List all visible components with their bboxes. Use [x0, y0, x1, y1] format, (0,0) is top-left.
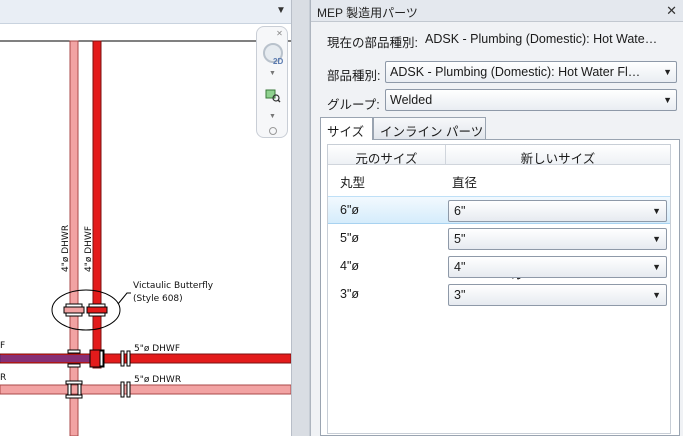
label-pipe-right: 4"ø DHWF [84, 226, 94, 272]
tab-inline-parts[interactable]: インライン パーツ [373, 117, 486, 139]
label-hpipe-bottom: 5"ø DHWR [134, 375, 181, 385]
table-row[interactable]: 5"ø 5" ▼ [328, 225, 670, 253]
current-part-type-label: 現在の部品種別: [327, 36, 418, 50]
new-size-dropdown[interactable]: 5" ▼ [448, 228, 667, 250]
panel-splitter[interactable] [291, 0, 310, 436]
pipe-vertical-dhwf [92, 40, 102, 369]
chevron-down-icon: ▼ [663, 67, 672, 77]
group-dropdown-value: Welded [390, 93, 433, 107]
pipe-horizontal-dhwr [0, 384, 291, 395]
chevron-down-icon: ▼ [663, 95, 672, 105]
navbar-dropdown-icon[interactable]: ▼ [269, 70, 276, 77]
size-tab-content: 元のサイズ 新しいサイズ 丸型 直径 6"ø 6" ▼ 5"ø 5" ▼ 4"ø… [320, 139, 680, 436]
table-row[interactable]: 3"ø 3" ▼ [328, 281, 670, 309]
size-mapping-table: 元のサイズ 新しいサイズ 丸型 直径 6"ø 6" ▼ 5"ø 5" ▼ 4"ø… [327, 144, 671, 434]
canvas-menu-arrow-icon[interactable]: ▼ [275, 4, 287, 18]
label-callout-line2: (Style 608) [133, 294, 183, 304]
close-icon[interactable]: ✕ [666, 3, 677, 19]
chevron-down-icon: ▼ [652, 206, 661, 216]
navbar-zoom-dropdown-icon[interactable]: ▼ [269, 113, 276, 120]
butterfly-valve-right [86, 303, 108, 317]
navbar-2d-label: 2D [273, 57, 284, 66]
group-label: グループ: [327, 98, 380, 112]
original-size-cell: 4"ø [340, 259, 360, 273]
subheader-diameter: 直径 [452, 176, 478, 190]
canvas-topbar: ▼ [0, 0, 291, 24]
column-header-new-size[interactable]: 新しいサイズ [446, 148, 670, 167]
new-size-value: 3" [454, 288, 466, 302]
callout-ellipse [51, 289, 121, 331]
current-part-type-value: ADSK - Plumbing (Domestic): Hot Wate… [425, 32, 658, 46]
navbar-options-icon[interactable] [269, 127, 277, 135]
panel-titlebar: MEP 製造用パーツ ✕ [311, 0, 683, 22]
label-edge-top: F [0, 341, 5, 351]
butterfly-valve-left [63, 303, 85, 317]
new-size-value: 6" [454, 204, 466, 218]
table-header: 元のサイズ 新しいサイズ [328, 145, 670, 167]
tab-size[interactable]: サイズ [320, 117, 373, 140]
original-size-cell: 5"ø [340, 231, 360, 245]
new-size-dropdown[interactable]: 4" ▼ [448, 256, 667, 278]
part-type-dropdown-value: ADSK - Plumbing (Domestic): Hot Water Fl… [390, 65, 641, 79]
new-size-value: 5" [454, 232, 466, 246]
new-size-dropdown[interactable]: 6" ▼ [448, 200, 667, 222]
table-row[interactable]: 6"ø 6" ▼ [328, 196, 670, 280]
chevron-down-icon: ▼ [652, 262, 661, 272]
pipe-vertical-dhwr [69, 40, 79, 436]
label-hpipe-top: 5"ø DHWF [134, 344, 180, 354]
label-pipe-left: 4"ø DHWR [61, 225, 71, 272]
label-callout-line1: Victaulic Butterfly [133, 281, 214, 291]
new-size-value: 4" [454, 260, 466, 274]
drawing-canvas[interactable]: ▼ 4"ø DHWR 4"ø DHWF Victaulic Butterfly … [0, 0, 291, 436]
column-header-original-size[interactable]: 元のサイズ [328, 148, 445, 167]
table-row[interactable]: 4"ø 4" ▼ [328, 253, 670, 281]
subheader-round: 丸型 [340, 176, 366, 190]
panel-title: MEP 製造用パーツ [317, 6, 418, 20]
original-size-cell: 6"ø [340, 203, 360, 217]
group-dropdown[interactable]: Welded ▼ [385, 89, 677, 111]
part-type-label: 部品種別: [327, 69, 381, 83]
callout-leader [117, 292, 131, 305]
plumbing-drawing[interactable]: 4"ø DHWR 4"ø DHWF Victaulic Butterfly (S… [0, 24, 291, 436]
navigation-bar[interactable]: ✕ 2D ▼ ▼ [256, 26, 288, 138]
mep-fabrication-parts-panel: MEP 製造用パーツ ✕ 現在の部品種別: ADSK - Plumbing (D… [310, 0, 683, 436]
part-type-dropdown[interactable]: ADSK - Plumbing (Domestic): Hot Water Fl… [385, 61, 677, 83]
chevron-down-icon: ▼ [652, 290, 661, 300]
pipe-selected-segment [0, 355, 95, 362]
navbar-close-icon[interactable]: ✕ [275, 29, 284, 38]
original-size-cell: 3"ø [340, 287, 360, 301]
chevron-down-icon: ▼ [652, 234, 661, 244]
label-edge-bottom: R [0, 373, 6, 383]
new-size-dropdown[interactable]: 3" ▼ [448, 284, 667, 306]
zoom-region-icon[interactable] [265, 89, 281, 103]
